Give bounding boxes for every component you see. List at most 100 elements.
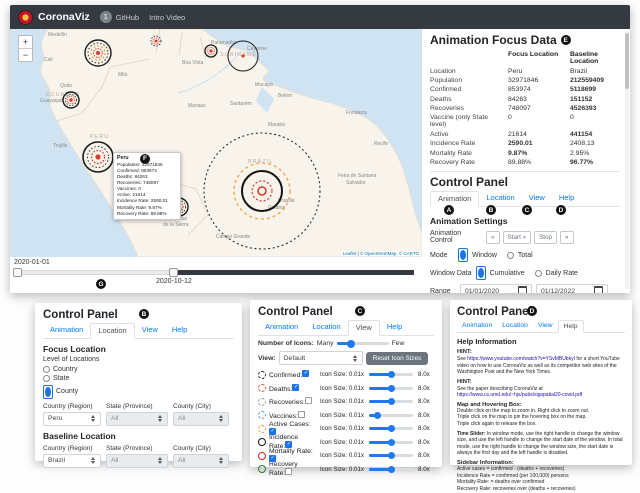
category-checkbox[interactable]: [305, 397, 312, 404]
baseline-location-heading: Baseline Location: [43, 431, 234, 441]
tab-view[interactable]: View: [522, 191, 552, 206]
icon-size-slider[interactable]: [369, 427, 413, 430]
focus-state-value: All: [111, 415, 119, 422]
state-province-label: State (Province): [106, 445, 168, 452]
slider-handle[interactable]: [388, 425, 395, 432]
tab-location[interactable]: Location: [90, 323, 134, 339]
category-checkbox[interactable]: [269, 428, 276, 435]
animation-button[interactable]: Stop: [534, 231, 557, 244]
baseline-state-select[interactable]: All: [106, 454, 168, 468]
table-row: Vaccine (only State level)00: [430, 113, 620, 129]
focus-county-select[interactable]: All: [173, 412, 229, 426]
paper-link[interactable]: https://www.cs.umd.edu/~hjs/pubs/sigspat…: [457, 392, 582, 398]
category-circle-icon: [258, 465, 266, 473]
caret-updown-icon: [91, 457, 96, 464]
animation-button[interactable]: «: [486, 231, 500, 244]
animation-button[interactable]: Start »: [503, 231, 532, 244]
level-country-radio[interactable]: [43, 366, 50, 373]
level-state-radio[interactable]: [43, 375, 50, 382]
tab-animation[interactable]: Animation: [457, 320, 497, 332]
tab-animation[interactable]: Animation: [258, 320, 305, 335]
tab-view[interactable]: View: [135, 323, 165, 338]
tab-location[interactable]: Location: [479, 191, 521, 206]
daily-rate-radio[interactable]: [535, 270, 542, 277]
slider-handle[interactable]: [347, 340, 355, 348]
nav-link-github[interactable]: GitHub: [116, 13, 139, 22]
category-checkbox[interactable]: [292, 384, 299, 391]
icon-size-slider[interactable]: [369, 441, 413, 444]
focus-data-title-row: Animation Focus Data E: [430, 33, 620, 47]
focus-state-select[interactable]: All: [106, 412, 168, 426]
timeline-left-handle[interactable]: [13, 268, 22, 277]
view-select[interactable]: Default: [279, 351, 363, 365]
nav-link-intro-video[interactable]: Intro Video: [149, 13, 185, 22]
mode-total-label: Total: [518, 252, 533, 259]
youtube-link[interactable]: https://www.youtube.com/watch?v=YSvMBUbk…: [467, 356, 575, 362]
baseline-country-select[interactable]: Brazil: [43, 454, 101, 468]
range-start-input[interactable]: 01/01/2020: [460, 284, 532, 293]
number-of-icons-slider[interactable]: [337, 342, 389, 345]
tab-help[interactable]: Help: [380, 320, 409, 335]
state-province-label: State (Province): [106, 403, 168, 410]
mode-total-radio[interactable]: [507, 252, 514, 259]
icon-size-slider[interactable]: [369, 454, 413, 457]
map[interactable]: MedellínCaliQuitoECUADORGuayaquilTrujill…: [10, 29, 422, 257]
osm-link[interactable]: © OpenStreetMap,: [360, 251, 398, 256]
zoom-in-button[interactable]: +: [19, 36, 32, 48]
slider-handle[interactable]: [388, 371, 395, 378]
icon-size-slider[interactable]: [369, 414, 413, 417]
baseline-county-select[interactable]: All: [173, 454, 229, 468]
reset-icon-sizes-button[interactable]: Reset Icon Sizes: [366, 352, 429, 365]
window-data-label: Window Data: [430, 270, 472, 277]
brand-title: CoronaViz: [38, 11, 90, 23]
tab-view[interactable]: View: [348, 320, 380, 336]
calendar-icon[interactable]: [594, 286, 603, 293]
annotation-badge-d: D: [556, 205, 566, 215]
animation-button[interactable]: »: [560, 231, 574, 244]
icon-size-slider[interactable]: [369, 387, 413, 390]
category-checkbox[interactable]: [285, 441, 292, 448]
tab-help[interactable]: Help: [558, 320, 584, 333]
map-label: de la Sierra: [163, 222, 189, 228]
carto-link[interactable]: © CARTO: [399, 251, 419, 256]
window-data-row: Window Data Cumulative Daily Rate: [430, 266, 620, 280]
icon-size-slider[interactable]: [369, 373, 413, 376]
category-checkbox[interactable]: [269, 455, 276, 462]
control-panel-title: Control Panel: [430, 175, 620, 189]
icon-size-slider[interactable]: [369, 400, 413, 403]
zoom-out-button[interactable]: −: [19, 48, 32, 61]
icon-size-slider[interactable]: [369, 468, 413, 471]
focus-country-select[interactable]: Peru: [43, 412, 101, 426]
slider-handle[interactable]: [388, 466, 395, 473]
range-end-input[interactable]: 01/12/2022: [536, 284, 608, 293]
slider-handle[interactable]: [388, 439, 395, 446]
tab-location[interactable]: Location: [305, 320, 347, 335]
cumulative-radio[interactable]: [476, 266, 486, 280]
tab-view[interactable]: View: [533, 320, 558, 332]
slider-handle[interactable]: [374, 412, 381, 419]
slider-handle[interactable]: [388, 452, 395, 459]
level-county-radio[interactable]: [43, 385, 53, 399]
tab-animation[interactable]: Animation: [43, 323, 90, 338]
annotation-badge-b2: B: [139, 309, 149, 319]
tab-location[interactable]: Location: [497, 320, 533, 332]
tab-help[interactable]: Help: [552, 191, 581, 206]
timeline-right-handle[interactable]: [169, 268, 178, 277]
tab-animation[interactable]: Animation: [430, 191, 479, 207]
category-checkbox[interactable]: [302, 370, 309, 377]
calendar-icon[interactable]: [518, 286, 527, 293]
map-label: Cali: [44, 57, 53, 63]
mode-window-radio[interactable]: [458, 248, 468, 262]
tab-help[interactable]: Help: [165, 323, 194, 338]
row-label: Vaccine (only State level): [430, 114, 506, 128]
map-help-lines: Double click on the map to zoom in. Righ…: [457, 408, 625, 428]
scrollbar-thumb[interactable]: [625, 33, 629, 89]
timeline-track[interactable]: [14, 270, 414, 275]
category-checkbox[interactable]: [298, 411, 305, 418]
category-checkbox[interactable]: [285, 468, 292, 475]
slider-handle[interactable]: [388, 385, 395, 392]
slider-handle[interactable]: [388, 398, 395, 405]
leaflet-link[interactable]: Leaflet: [343, 251, 357, 256]
sidebar-scrollbar[interactable]: [625, 31, 629, 289]
baseline-value: 2408.13: [570, 140, 622, 147]
